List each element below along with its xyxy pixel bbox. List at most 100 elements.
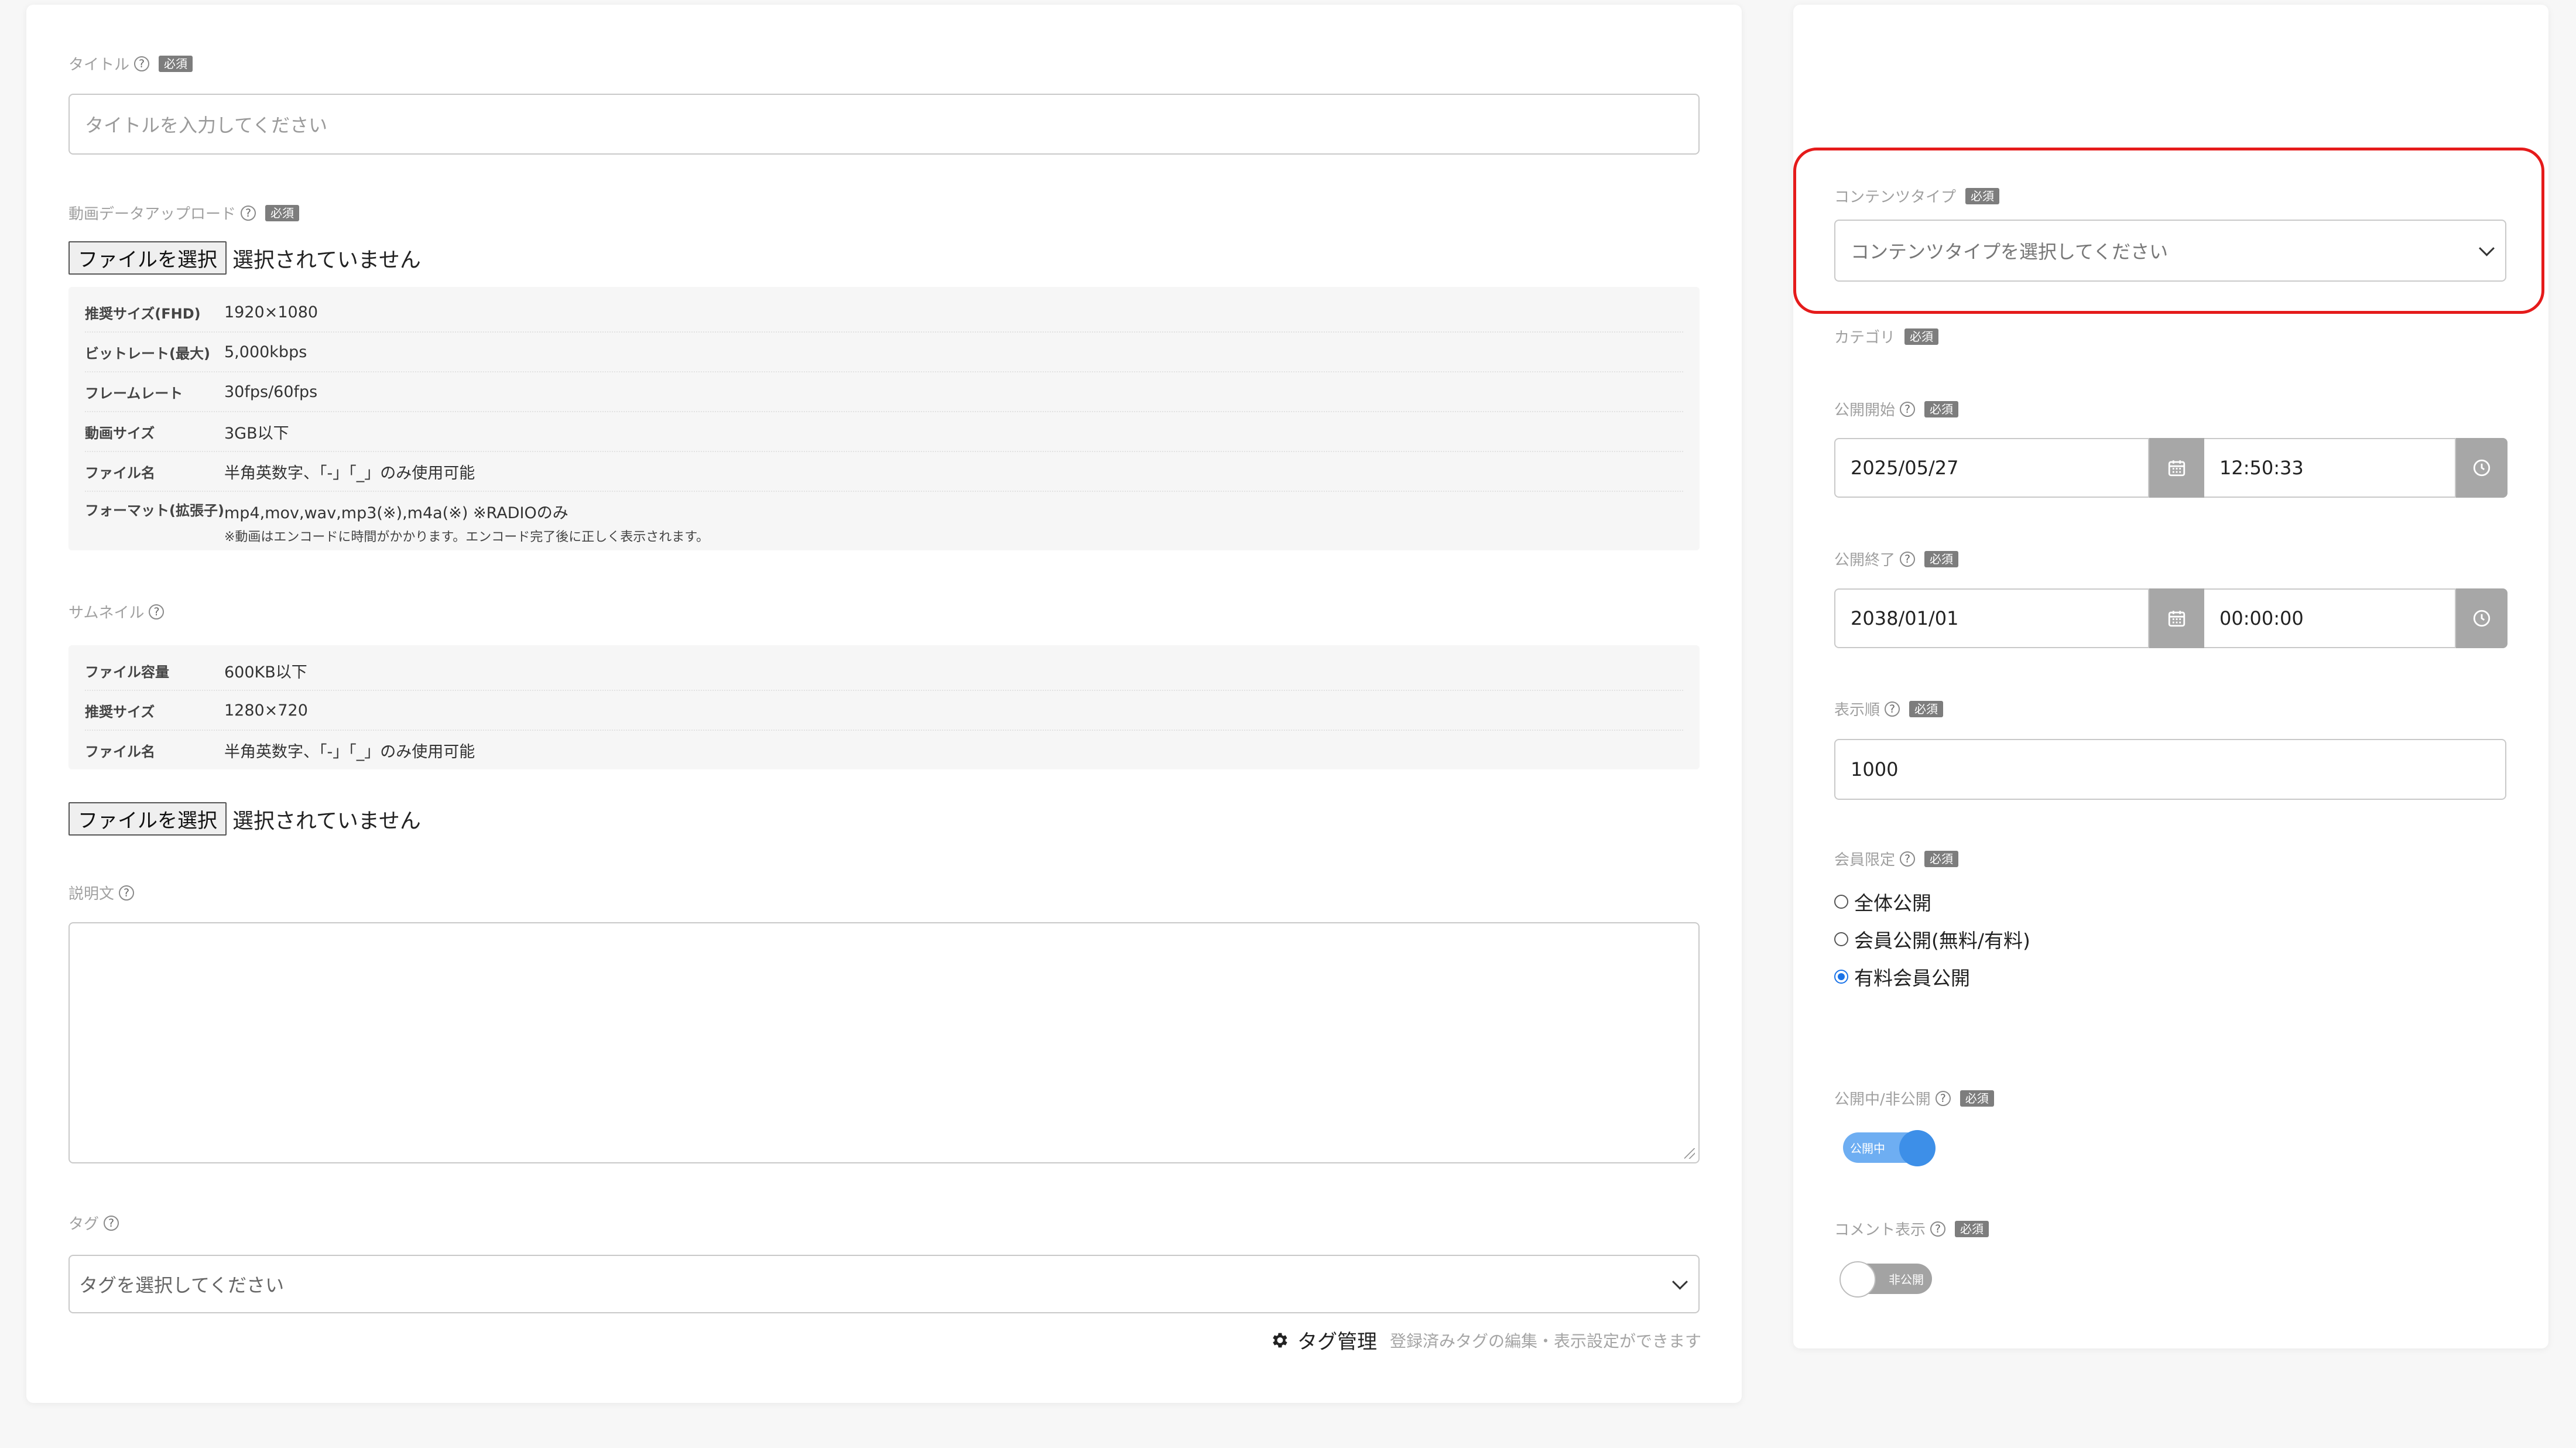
comments-toggle[interactable]: 非公開 [1839,1261,1932,1298]
help-icon[interactable]: ? [1885,701,1900,717]
thumbnail-label: サムネイル [68,604,145,622]
publish-start-date: 2025/05/27 [1851,457,1959,479]
help-icon[interactable]: ? [149,604,165,619]
title-placeholder: タイトルを入力してください [85,114,328,136]
required-badge: 必須 [265,204,300,221]
toggle-text: 非公開 [1889,1272,1924,1287]
display-order-label: 表示順 [1834,701,1880,719]
tags-placeholder: タグを選択してください [79,1274,285,1296]
radio-option-public[interactable]: 全体公開 [1834,883,2030,920]
membership-radio-group: 全体公開 会員公開(無料/有料) 有料会員公開 [1834,883,2030,995]
spec-key: 動画サイズ [85,425,155,441]
spec-key: 推奨サイズ(FHD) [85,305,201,322]
description-label: 説明文 [68,885,115,903]
help-icon[interactable]: ? [119,885,135,901]
video-file-status: 選択されていません [232,248,421,272]
publish-start-label: 公開開始 [1834,402,1896,419]
tag-manage-row: タグ管理 登録済みタグの編集・表示設定ができます [1269,1326,1701,1354]
publish-end-time-input[interactable]: 00:00:00 [2204,588,2456,648]
content-type-select[interactable]: コンテンツタイプを選択してください [1834,220,2506,282]
description-textarea[interactable] [68,922,1700,1163]
tag-manage-link[interactable]: タグ管理 [1297,1326,1377,1354]
time-picker-button[interactable] [2456,588,2508,648]
category-label: カテゴリ [1834,329,1896,347]
video-file-picker: ファイルを選択 選択されていません [68,241,421,275]
gear-icon[interactable] [1269,1330,1289,1350]
calendar-icon [2168,460,2186,477]
comments-label: コメント表示 [1834,1221,1926,1239]
publish-end-date: 2038/01/01 [1851,607,1959,629]
membership-label: 会員限定 [1834,851,1896,869]
spec-value: 30fps/60fps [224,382,318,401]
spec-row: 推奨サイズ(FHD) 1920×1080 [85,293,1683,333]
radio-button[interactable] [1834,895,1848,909]
spec-row: フォーマット(拡張子) mp4,mov,wav,mp3(※),m4a(※) ※R… [85,492,1683,553]
required-badge: 必須 [1909,700,1944,717]
radio-button[interactable] [1834,932,1848,946]
title-label: タイトル [68,56,130,74]
radio-option-members[interactable]: 会員公開(無料/有料) [1834,920,2030,958]
publish-start-time-input[interactable]: 12:50:33 [2204,438,2456,498]
spec-value: 半角英数字、「-」「_」のみ使用可能 [224,464,475,482]
required-badge: 必須 [1955,1220,1989,1237]
spec-row: ビットレート(最大) 5,000kbps [85,333,1683,372]
spec-key: ファイル容量 [85,663,169,680]
spec-row: ファイル容量 600KB以下 [85,651,1683,691]
tags-select[interactable]: タグを選択してください [68,1255,1700,1313]
content-type-label-row: コンテンツタイプ 必須 [1834,185,2000,207]
help-icon[interactable]: ? [241,205,256,221]
description-label-row: 説明文 ? [68,882,135,903]
required-badge: 必須 [1904,328,1939,345]
spec-key: ファイル名 [85,464,155,481]
comments-label-row: コメント表示 ? 必須 [1834,1218,1989,1240]
calendar-icon [2168,611,2186,627]
resize-handle[interactable] [1684,1148,1695,1159]
required-badge: 必須 [1924,550,1959,567]
thumbnail-file-button[interactable]: ファイルを選択 [68,802,227,836]
publish-end-label: 公開終了 [1834,552,1896,569]
time-picker-button[interactable] [2456,438,2508,498]
clock-icon [2473,610,2491,627]
spec-row: フレームレート 30fps/60fps [85,372,1683,412]
required-badge: 必須 [1924,850,1959,867]
publish-start-date-input[interactable]: 2025/05/27 [1834,438,2149,498]
spec-row: ファイル名 半角英数字、「-」「_」のみ使用可能 [85,731,1683,769]
display-order-value: 1000 [1851,758,1899,781]
spec-value: mp4,mov,wav,mp3(※),m4a(※) ※RADIOのみ [224,504,568,522]
help-icon[interactable]: ? [1930,1221,1946,1237]
radio-label: 会員公開(無料/有料) [1854,929,2030,952]
display-order-input[interactable]: 1000 [1834,739,2506,800]
spec-row: 推奨サイズ 1280×720 [85,691,1683,731]
video-file-button[interactable]: ファイルを選択 [68,241,227,275]
spec-key: フレームレート [85,385,183,402]
thumbnail-file-status: 選択されていません [232,809,421,833]
publish-end-date-input[interactable]: 2038/01/01 [1834,588,2149,648]
date-picker-button[interactable] [2149,588,2204,648]
visibility-label: 公開中/非公開 [1834,1091,1931,1108]
spec-row: 動画サイズ 3GB以下 [85,412,1683,452]
spec-value: 3GB以下 [224,424,289,443]
help-icon[interactable]: ? [134,56,150,71]
required-badge: 必須 [1965,187,2000,204]
chevron-down-icon [1672,1274,1688,1290]
help-icon[interactable]: ? [104,1215,119,1231]
spec-key: フォーマット(拡張子) [85,502,224,519]
title-input[interactable]: タイトルを入力してください [68,94,1700,155]
help-icon[interactable]: ? [1900,551,1916,567]
publish-start-time: 12:50:33 [2219,457,2304,479]
category-label-row: カテゴリ 必須 [1834,326,1939,347]
spec-key: ファイル名 [85,743,155,760]
visibility-toggle[interactable]: 公開中 [1843,1130,1936,1166]
spec-value: 半角英数字、「-」「_」のみ使用可能 [224,742,475,761]
help-icon[interactable]: ? [1935,1090,1951,1106]
chevron-down-icon [2479,240,2495,256]
help-icon[interactable]: ? [1900,851,1916,867]
date-picker-button[interactable] [2149,438,2204,498]
radio-option-paid-members[interactable]: 有料会員公開 [1834,958,2030,995]
display-order-label-row: 表示順 ? 必須 [1834,698,1944,720]
title-label-row: タイトル ? 必須 [68,53,193,74]
video-spec-table: 推奨サイズ(FHD) 1920×1080 ビットレート(最大) 5,000kbps … [68,287,1700,550]
radio-button-selected[interactable] [1834,970,1848,984]
help-icon[interactable]: ? [1900,401,1916,417]
required-badge: 必須 [1960,1090,1994,1107]
